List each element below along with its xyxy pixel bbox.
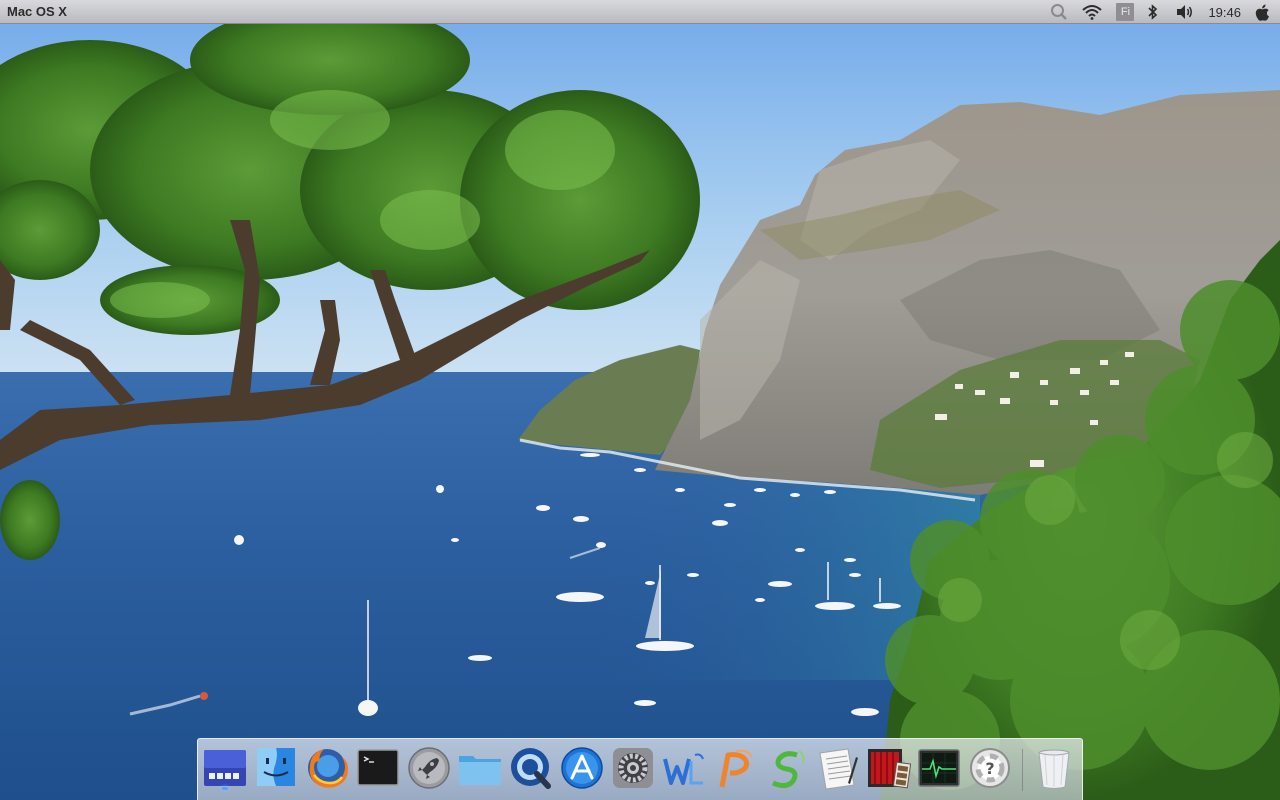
photo-booth-icon <box>868 749 911 789</box>
apple-icon[interactable] <box>1255 0 1270 24</box>
dock-item-quicktime[interactable] <box>508 745 554 791</box>
firefox-icon <box>308 749 348 788</box>
dock-item-terminal[interactable] <box>355 745 401 791</box>
help-icon: ? <box>970 748 1010 788</box>
notepad-icon <box>819 748 858 790</box>
activity-monitor-icon <box>918 749 960 787</box>
top-menu-bar: Mac OS X Fi 19:46 <box>0 0 1280 24</box>
app-store-icon <box>561 747 603 789</box>
wifi-icon[interactable] <box>1082 0 1103 24</box>
workspaces-icon <box>204 750 246 786</box>
keyboard-layout-label: Fi <box>1116 3 1135 21</box>
running-indicator <box>222 787 228 790</box>
rocket-icon <box>408 747 450 789</box>
dock-item-activity-monitor[interactable] <box>916 745 962 791</box>
dock: ? <box>197 738 1083 800</box>
keyboard-layout-icon[interactable]: Fi <box>1116 0 1135 24</box>
dock-item-files[interactable] <box>457 745 503 791</box>
spreadsheet-icon <box>772 750 805 789</box>
menubar-clock[interactable]: 19:46 <box>1208 5 1241 20</box>
dock-separator <box>1022 749 1023 791</box>
search-icon[interactable] <box>1050 0 1068 24</box>
desktop-wallpaper <box>0 0 1280 800</box>
dock-item-writer[interactable] <box>661 745 707 791</box>
dock-item-firefox[interactable] <box>304 745 350 791</box>
bluetooth-icon[interactable] <box>1148 0 1158 24</box>
quicktime-icon <box>511 748 551 789</box>
dock-item-finder[interactable] <box>253 745 299 791</box>
dock-item-trash[interactable] <box>1031 745 1077 791</box>
dock-item-presentation[interactable] <box>712 745 758 791</box>
gear-icon <box>613 748 653 788</box>
dock-item-photo-booth[interactable] <box>865 745 911 791</box>
dock-item-system-preferences[interactable] <box>610 745 656 791</box>
svg-text:?: ? <box>985 759 994 778</box>
dock-item-workspaces[interactable] <box>202 745 248 791</box>
dock-item-app-store[interactable] <box>559 745 605 791</box>
trash-icon <box>1038 749 1070 789</box>
dock-item-help[interactable]: ? <box>967 745 1013 791</box>
dock-item-launchpad[interactable] <box>406 745 452 791</box>
writer-icon <box>663 753 704 785</box>
volume-icon[interactable] <box>1176 0 1194 24</box>
finder-icon <box>257 748 295 786</box>
terminal-icon <box>357 749 399 786</box>
dock-item-text-editor[interactable] <box>814 745 860 791</box>
presentation-icon <box>719 749 753 788</box>
folder-icon <box>459 756 501 785</box>
dock-item-spreadsheets[interactable] <box>763 745 809 791</box>
menubar-title: Mac OS X <box>7 4 67 19</box>
status-area: Fi 19:46 <box>1040 0 1280 24</box>
